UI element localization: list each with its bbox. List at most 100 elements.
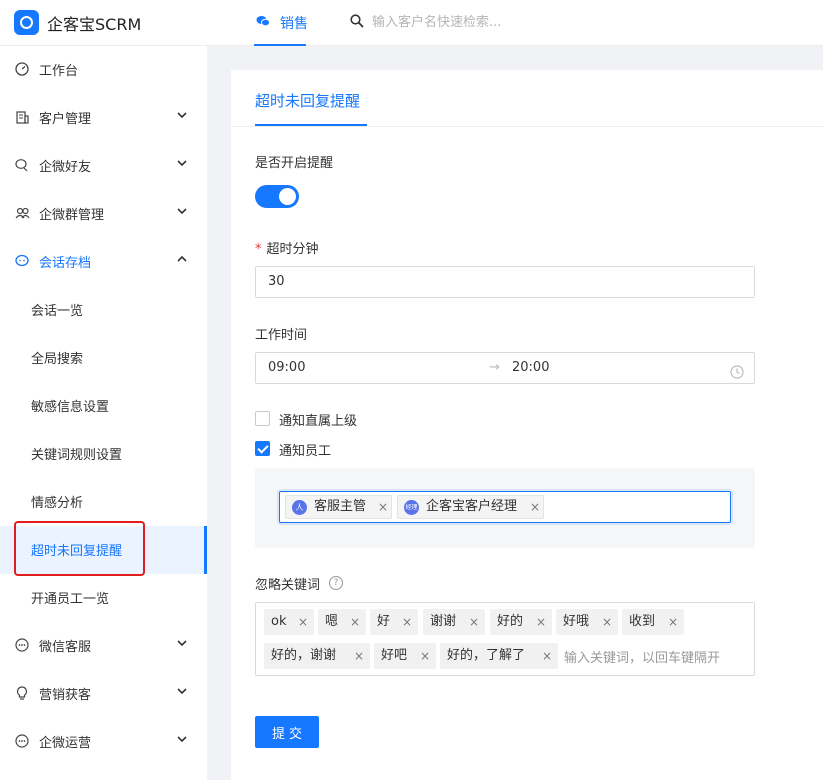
sidebar-item-label: 企微好友 [39, 160, 92, 175]
friend-icon [14, 158, 30, 174]
search-icon[interactable] [350, 14, 364, 28]
sidebar-subitem-employee-list[interactable]: 开通员工一览 [0, 574, 207, 622]
sidebar-subitem-label: 关键词规则设置 [31, 448, 123, 463]
sidebar-subitem-chat-overview[interactable]: 会话一览 [0, 286, 207, 334]
keyword-tag: ok × [264, 609, 314, 635]
keyword-tag-text: 好哦 [563, 614, 590, 629]
customer-search-input[interactable] [372, 11, 572, 33]
chevron-down-icon [176, 109, 190, 123]
sidebar-item-wecom-friends[interactable]: 企微好友 [0, 142, 207, 190]
keyword-tag-text: ok [271, 614, 287, 629]
sidebar-item-label: 微信客服 [39, 640, 92, 655]
close-icon[interactable]: × [354, 643, 364, 669]
employee-select-panel: 人 客服主管 × 经理 企客宝客户经理 × [255, 468, 755, 548]
keyword-tag: 好的，了解了 × [440, 643, 558, 669]
sidebar-item-chat-archive[interactable]: 会话存档 [0, 238, 207, 286]
employee-avatar: 经理 [404, 500, 419, 515]
sidebar-item-customers[interactable]: 客户管理 [0, 94, 207, 142]
sidebar-item-workbench[interactable]: 工作台 [0, 46, 207, 94]
keyword-tag-text: 收到 [629, 614, 656, 629]
chat-dots-icon [14, 734, 30, 750]
sidebar-subitem-label: 开通员工一览 [31, 592, 110, 607]
work-time-start[interactable]: 09:00 [268, 353, 305, 383]
employee-tag: 经理 企客宝客户经理 × [397, 495, 544, 519]
employee-select[interactable]: 人 客服主管 × 经理 企客宝客户经理 × [279, 491, 731, 523]
sidebar-item-wechat-service[interactable]: 微信客服 [0, 622, 207, 670]
work-time-label: 工作时间 [255, 328, 308, 343]
sidebar-subitem-sentiment[interactable]: 情感分析 [0, 478, 207, 526]
keyword-tag: 嗯 × [318, 609, 366, 635]
sidebar-subitem-sensitive-info[interactable]: 敏感信息设置 [0, 382, 207, 430]
notify-employee-label[interactable]: 通知员工 [279, 440, 331, 459]
ignore-keywords-input[interactable]: ok × 嗯 × 好 × 谢谢 × 好的 × 好哦 × 收到 × 好的，谢谢 × 好吧 × 好的，… [255, 602, 755, 676]
sidebar-item-label: 营销获客 [39, 688, 92, 703]
timeout-minutes-label: * 超时分钟 [255, 238, 319, 257]
keyword-entry-field[interactable] [564, 647, 744, 669]
employee-avatar: 人 [292, 500, 307, 515]
building-icon [14, 110, 30, 126]
sidebar-item-label: 企微群管理 [39, 208, 105, 223]
sidebar: 工作台 客户管理 企微好友 企微群管理 会话存档 会话一览 全局搜索 敏感信息设… [0, 46, 207, 780]
keyword-tag: 好的 × [490, 609, 552, 635]
sidebar-item-wecom-groups[interactable]: 企微群管理 [0, 190, 207, 238]
sidebar-item-label: 工作台 [39, 64, 79, 79]
keyword-tag-text: 谢谢 [430, 614, 457, 629]
sidebar-item-label: 企微运营 [39, 736, 92, 751]
enable-reminder-toggle[interactable] [255, 185, 299, 208]
bulb-icon [14, 686, 30, 702]
keyword-tag: 谢谢 × [423, 609, 485, 635]
keyword-tag: 好哦 × [556, 609, 618, 635]
sidebar-subitem-label: 敏感信息设置 [31, 400, 110, 415]
sidebar-subitem-label: 全局搜索 [31, 352, 84, 367]
close-icon[interactable]: × [298, 609, 308, 635]
keyword-tag: 收到 × [622, 609, 684, 635]
sidebar-subitem-label: 情感分析 [31, 496, 84, 511]
reminder-settings-card: 超时未回复提醒 是否开启提醒 * 超时分钟 30 工作时间 09:00 → 20:… [231, 70, 823, 780]
employee-tag: 人 客服主管 × [285, 495, 392, 519]
employee-tag-name: 企客宝客户经理 [426, 499, 518, 514]
chat-dots-icon [14, 638, 30, 654]
chat-icon [14, 254, 30, 270]
keyword-tag-text: 嗯 [325, 614, 339, 629]
close-icon[interactable]: × [542, 643, 552, 669]
sidebar-item-label: 客户管理 [39, 112, 92, 127]
close-icon[interactable]: × [602, 609, 612, 635]
highlight-annotation-box [14, 521, 145, 576]
close-icon[interactable]: × [469, 609, 479, 635]
sidebar-item-wecom-operation[interactable]: 企微运营 [0, 718, 207, 766]
close-icon[interactable]: × [420, 643, 430, 669]
toggle-knob [279, 188, 296, 205]
required-mark: * [255, 242, 262, 257]
keyword-tag-text: 好的，谢谢 [271, 648, 337, 663]
tab-timeout-reminder[interactable]: 超时未回复提醒 [255, 90, 360, 111]
work-time-end[interactable]: 20:00 [512, 353, 549, 383]
range-arrow-icon: → [489, 360, 500, 375]
timeout-minutes-input[interactable]: 30 [255, 266, 755, 298]
chevron-down-icon [176, 157, 190, 171]
sidebar-item-label: 会话存档 [39, 256, 92, 271]
notify-superior-label[interactable]: 通知直属上级 [279, 410, 357, 429]
keyword-tag: 好的，谢谢 × [264, 643, 370, 669]
keyword-tag-text: 好的 [497, 614, 524, 629]
sidebar-subitem-keyword-rules[interactable]: 关键词规则设置 [0, 430, 207, 478]
work-time-range-picker[interactable]: 09:00 → 20:00 [255, 352, 755, 384]
sidebar-subitem-global-search[interactable]: 全局搜索 [0, 334, 207, 382]
question-icon[interactable]: ? [329, 576, 343, 590]
close-icon[interactable]: × [530, 496, 540, 518]
sidebar-item-marketing[interactable]: 营销获客 [0, 670, 207, 718]
close-icon[interactable]: × [350, 609, 360, 635]
tab-sales-label: 销售 [280, 16, 308, 32]
notify-superior-checkbox[interactable] [255, 411, 270, 426]
enable-reminder-label: 是否开启提醒 [255, 156, 334, 171]
tab-sales[interactable]: 销售 [240, 0, 320, 46]
timeout-minutes-text: 超时分钟 [266, 242, 319, 257]
submit-button[interactable]: 提交 [255, 716, 319, 748]
tab-active-indicator [254, 44, 306, 46]
notify-employee-checkbox[interactable] [255, 441, 270, 456]
clock-icon [730, 361, 744, 379]
close-icon[interactable]: × [668, 609, 678, 635]
close-icon[interactable]: × [378, 496, 388, 518]
wechat-icon [256, 15, 270, 30]
close-icon[interactable]: × [536, 609, 546, 635]
close-icon[interactable]: × [402, 609, 412, 635]
